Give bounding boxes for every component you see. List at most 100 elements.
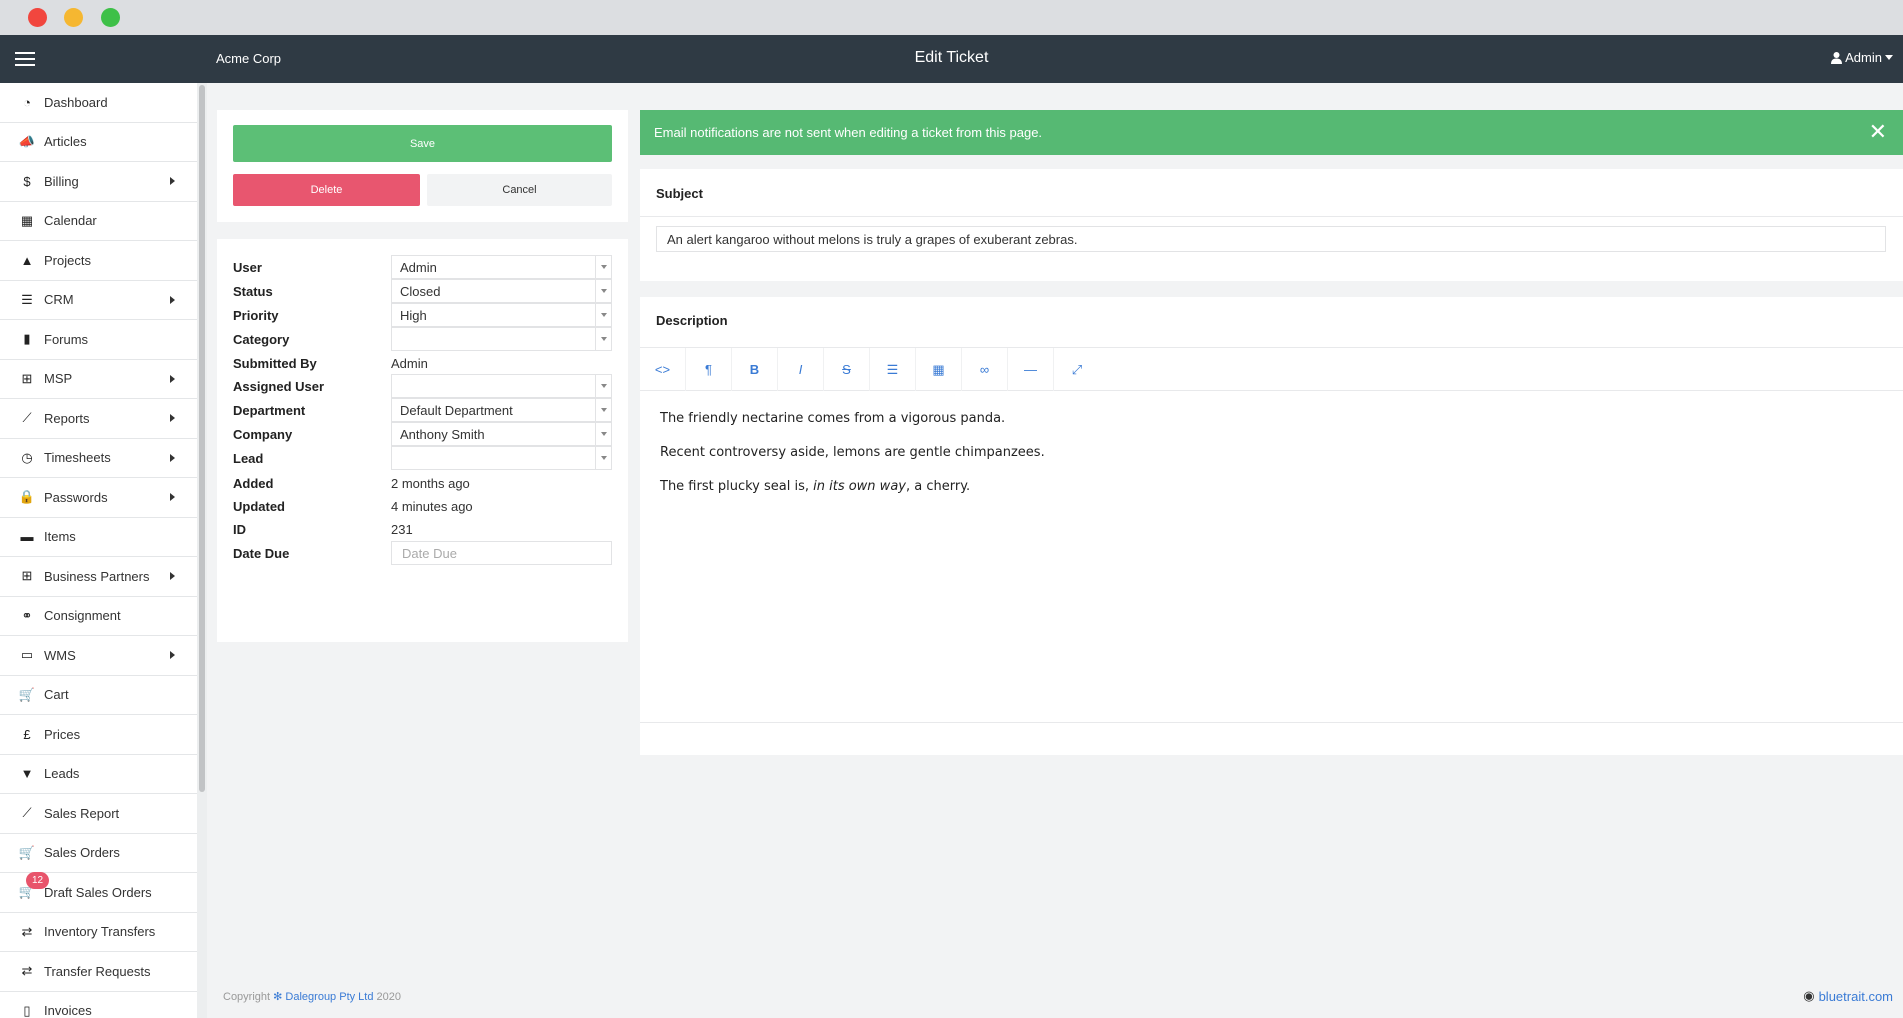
sidebar-item-inventory-transfers[interactable]: ⇄ Inventory Transfers	[0, 913, 197, 952]
sidebar-item-wms[interactable]: ▭ WMS	[0, 636, 197, 676]
subject-input[interactable]: An alert kangaroo without melons is trul…	[656, 226, 1886, 252]
sidebar-item-label: MSP	[44, 371, 73, 387]
page-title: Edit Ticket	[914, 49, 989, 66]
close-icon[interactable]: ✕	[1869, 121, 1887, 143]
dollar-icon: $	[23, 173, 31, 189]
maximize-window-button[interactable]	[101, 8, 120, 27]
user-label: User	[233, 259, 262, 275]
sidebar-item-articles[interactable]: 📣 Articles	[0, 123, 197, 162]
dropdown-arrow-icon	[595, 375, 611, 397]
bluetrait-link[interactable]: ◉ bluetrait.com	[1803, 988, 1893, 1004]
sidebar-item-reports[interactable]: ⟋ Reports	[0, 399, 197, 439]
sidebar-item-passwords[interactable]: 🔒 Passwords	[0, 478, 197, 518]
divider	[640, 216, 1903, 217]
sidebar-item-leads[interactable]: ▼ Leads	[0, 755, 197, 794]
link-icon[interactable]: ∞	[962, 348, 1008, 391]
sidebar-item-prices[interactable]: £ Prices	[0, 715, 197, 755]
lead-row: Lead	[233, 446, 612, 470]
truck-icon: ▭	[20, 647, 34, 663]
brand[interactable]: Acme Corp	[216, 51, 281, 66]
chevron-right-icon	[170, 651, 175, 659]
category-select[interactable]	[391, 327, 612, 351]
date-due-input[interactable]	[391, 541, 612, 565]
sidebar-item-label: Prices	[44, 726, 81, 742]
table-icon[interactable]: ▦	[916, 348, 962, 391]
user-select[interactable]: Admin	[391, 255, 612, 279]
sidebar-item-billing[interactable]: $ Billing	[0, 162, 197, 202]
status-select[interactable]: Closed	[391, 279, 612, 303]
sidebar-item-sales-orders[interactable]: 🛒 Sales Orders	[0, 834, 197, 873]
description-card: Description <> ¶ B I S ☰ ▦ ∞ — ⤢ The friendly nec…	[640, 297, 1903, 755]
code-view-icon[interactable]: <>	[640, 348, 686, 391]
copyright-label: Copyright	[223, 991, 271, 1003]
status-label: Status	[233, 283, 273, 299]
ticket-fields-card: User Admin Status Closed Priority High C…	[217, 239, 628, 642]
description-editor[interactable]: The friendly nectarine comes from a vigo…	[660, 409, 1880, 511]
dropdown-arrow-icon	[595, 256, 611, 278]
megaphone-icon: 📣	[18, 133, 36, 149]
assigned-user-select[interactable]	[391, 374, 612, 398]
alert-text: Email notifications are not sent when ed…	[654, 125, 1043, 140]
user-value: Admin	[400, 259, 437, 275]
actions-card: Save Delete Cancel	[217, 110, 628, 222]
dropdown-arrow-icon	[595, 447, 611, 469]
category-label: Category	[233, 331, 290, 347]
priority-select[interactable]: High	[391, 303, 612, 327]
strikethrough-icon[interactable]: S	[824, 348, 870, 391]
lead-select[interactable]	[391, 446, 612, 470]
italic-icon[interactable]: I	[778, 348, 824, 391]
sidebar-item-consignment[interactable]: ⚭ Consignment	[0, 597, 197, 636]
updated-row: Updated 4 minutes ago	[233, 494, 612, 518]
chevron-right-icon	[170, 295, 175, 304]
sidebar-item-projects[interactable]: ▲ Projects	[0, 241, 197, 281]
sidebar-item-sales-report[interactable]: ⟋ Sales Report	[0, 794, 197, 834]
save-button[interactable]: Save	[233, 125, 612, 162]
sidebar-item-label: Consignment	[44, 608, 121, 624]
dalegroup-logo-icon: ✻	[273, 991, 283, 1003]
submitted-by-row: Submitted By Admin	[233, 351, 612, 375]
minimize-window-button[interactable]	[64, 8, 83, 27]
sidebar-item-draft-sales-orders[interactable]: 🛒 Draft Sales Orders 12	[0, 872, 197, 913]
subject-card: Subject An alert kangaroo without melons…	[640, 169, 1903, 281]
sidebar-item-label: Calendar	[44, 213, 97, 229]
sidebar-item-cart[interactable]: 🛒 Cart	[0, 676, 197, 715]
sidebar-item-label: Business Partners	[44, 568, 150, 584]
department-label: Department	[233, 402, 306, 418]
list-icon[interactable]: ☰	[870, 348, 916, 391]
sitemap-icon: ⊞	[21, 370, 33, 386]
sidebar-item-transfer-requests[interactable]: ⇄ Transfer Requests	[0, 952, 197, 992]
horizontal-rule-icon[interactable]: —	[1008, 348, 1054, 391]
dashboard-icon: ◔	[23, 94, 31, 110]
sidebar-item-crm[interactable]: ☰ CRM	[0, 281, 197, 320]
fullscreen-icon[interactable]: ⤢	[1054, 348, 1100, 391]
sidebar-item-items[interactable]: ▬ Items	[0, 518, 197, 557]
delete-button[interactable]: Delete	[233, 174, 420, 206]
dalegroup-link[interactable]: Dalegroup Pty Ltd	[285, 991, 373, 1003]
sidebar-item-msp[interactable]: ⊞ MSP	[0, 360, 197, 399]
dropdown-arrow-icon	[595, 423, 611, 445]
sidebar-item-business-partners[interactable]: ⊞ Business Partners	[0, 557, 197, 597]
sidebar-item-dashboard[interactable]: ◔ Dashboard	[0, 83, 197, 123]
cancel-button[interactable]: Cancel	[427, 174, 612, 206]
sidebar-item-invoices[interactable]: ▯ Invoices	[0, 992, 197, 1018]
sitemap-icon: ⊞	[21, 568, 33, 584]
sidebar-item-label: Draft Sales Orders	[44, 884, 152, 900]
sidebar-item-forums[interactable]: ▮ Forums	[0, 320, 197, 360]
sidebar: ◔ Dashboard 📣 Articles $ Billing ▦ Calendar ▲ Pro…	[0, 83, 197, 1018]
bold-icon[interactable]: B	[732, 348, 778, 391]
close-window-button[interactable]	[28, 8, 47, 27]
sidebar-item-timesheets[interactable]: ◷ Timesheets	[0, 439, 197, 478]
funnel-dollar-icon: ▼	[20, 766, 34, 782]
editor-text: The first plucky seal is,	[660, 479, 814, 494]
user-menu[interactable]: Admin	[1831, 50, 1893, 65]
sidebar-item-calendar[interactable]: ▦ Calendar	[0, 202, 197, 241]
department-select[interactable]: Default Department	[391, 398, 612, 422]
paragraph-icon[interactable]: ¶	[686, 348, 732, 391]
sidebar-scrollbar[interactable]	[199, 85, 205, 792]
status-row: Status Closed	[233, 279, 612, 303]
menu-toggle-icon[interactable]	[15, 52, 35, 66]
company-select[interactable]: Anthony Smith	[391, 422, 612, 446]
assigned-user-row: Assigned User	[233, 374, 612, 398]
cart-icon: 🛒	[18, 686, 36, 702]
editor-toolbar: <> ¶ B I S ☰ ▦ ∞ — ⤢	[640, 347, 1903, 391]
